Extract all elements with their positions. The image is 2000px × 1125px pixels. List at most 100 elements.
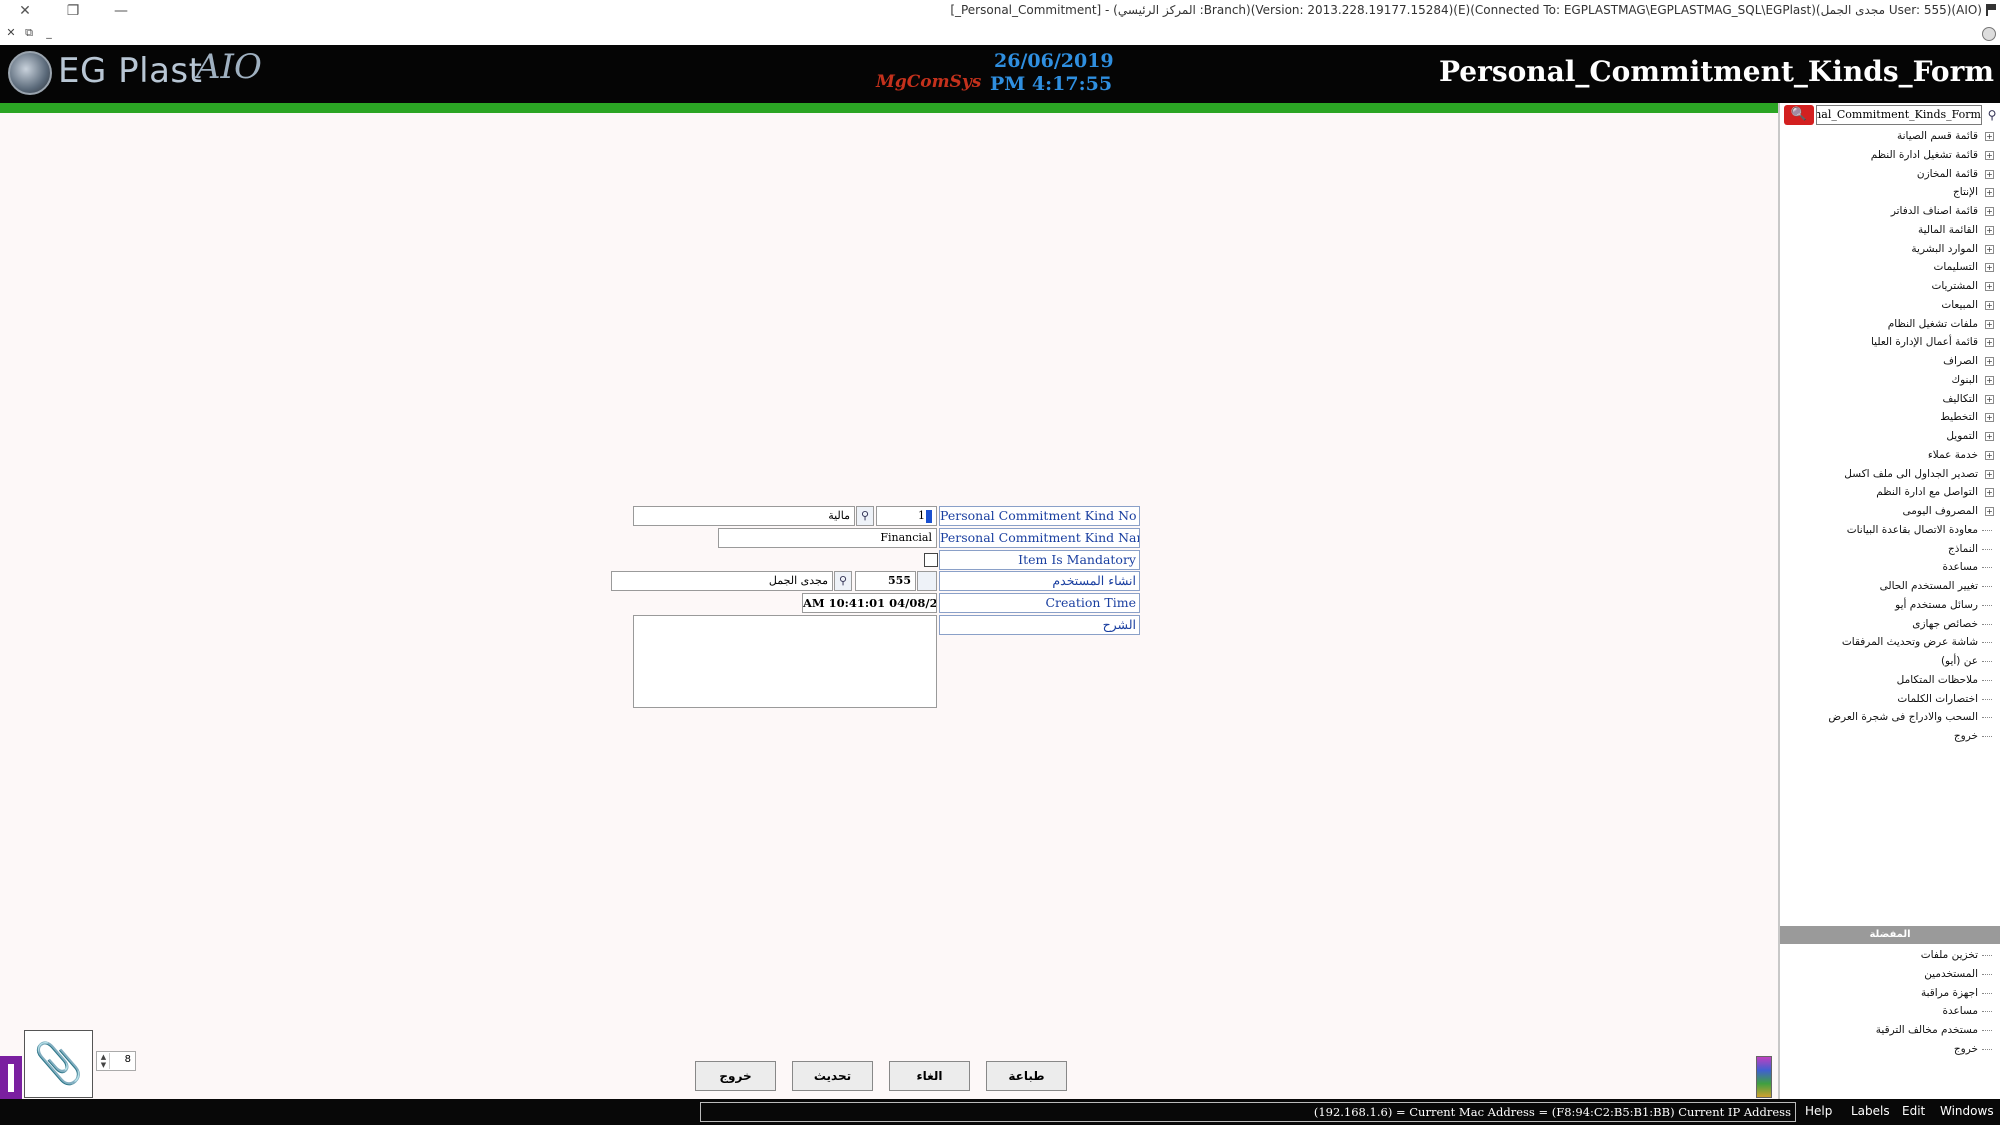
menu-windows[interactable]: Windows [1940, 1104, 1994, 1118]
tree-item[interactable]: + الإنتاج [1780, 183, 2000, 202]
tree-item[interactable]: + قائمة قسم الصيانة [1780, 127, 2000, 146]
form-search-input[interactable]: Personal_Commitment_Kinds_Form [1816, 105, 1982, 125]
notes-textarea[interactable] [633, 615, 937, 708]
expand-icon[interactable]: + [1985, 132, 1994, 141]
tree-item[interactable]: النماذج [1780, 540, 2000, 559]
expand-icon[interactable]: + [1985, 319, 1994, 329]
tree-item[interactable]: + قائمة المخازن [1780, 165, 2000, 184]
tree-item[interactable]: + تصدير الجداول الى ملف اكسل [1780, 465, 2000, 484]
expand-icon[interactable]: + [1985, 338, 1994, 348]
tree-item[interactable]: شاشة عرض وتحديث المرفقات [1780, 633, 2000, 652]
refresh-button[interactable]: تحديث [792, 1061, 873, 1091]
favorite-item[interactable]: خروج [1780, 1040, 2000, 1059]
attachment-count-stepper[interactable]: ▲ ▼ 8 [96, 1051, 136, 1071]
expand-icon[interactable]: + [1985, 244, 1994, 254]
tree-item[interactable]: + التمويل [1780, 427, 2000, 446]
expand-icon[interactable]: + [1985, 263, 1994, 273]
stepper-arrows[interactable]: ▲ ▼ [98, 1053, 110, 1069]
exit-button[interactable]: خروج [695, 1061, 776, 1091]
tree-item[interactable]: + التواصل مع ادارة النظم [1780, 483, 2000, 502]
tree-item[interactable]: ملاحظات المتكامل [1780, 671, 2000, 690]
mdi-close-icon[interactable]: ✕ [4, 26, 18, 40]
creator-id-input[interactable]: 555 [855, 571, 916, 591]
expand-icon[interactable]: + [1985, 169, 1994, 179]
tree-item[interactable]: مساعدة [1780, 558, 2000, 577]
expand-icon[interactable]: + [1985, 188, 1994, 198]
tree-item[interactable]: + المبيعات [1780, 296, 2000, 315]
tree-connector [1982, 661, 1992, 662]
tree-item[interactable]: + التكاليف [1780, 390, 2000, 409]
favorite-item[interactable]: اجهزة مراقبة [1780, 984, 2000, 1003]
tree-item[interactable]: + قائمة تشغيل ادارة النظم [1780, 146, 2000, 165]
tree-item-label: اختصارات الكلمات [1897, 692, 1978, 705]
tree-item[interactable]: تغيير المستخدم الحالى [1780, 577, 2000, 596]
tree-item[interactable]: + المصروف اليومى [1780, 502, 2000, 521]
mdi-restore-icon[interactable]: ⧉ [22, 26, 36, 40]
tree-item[interactable]: + المشتريات [1780, 277, 2000, 296]
tree-connector [1982, 1011, 1992, 1013]
tree-item[interactable]: السحب والادراج فى شجرة العرض [1780, 708, 2000, 727]
expand-icon[interactable]: + [1985, 507, 1994, 516]
tree-item[interactable]: + الموارد البشرية [1780, 240, 2000, 259]
tree-item[interactable]: + القائمة المالية [1780, 221, 2000, 240]
brand-logo: MgComSys [876, 72, 982, 92]
favorite-item[interactable]: مساعدة [1780, 1002, 2000, 1021]
kind-no-lookup-icon[interactable]: ⚲ [856, 506, 874, 526]
expand-icon[interactable]: + [1985, 375, 1994, 385]
expand-icon[interactable]: + [1985, 282, 1994, 291]
tree-item[interactable]: + الصراف [1780, 352, 2000, 371]
search-button[interactable]: 🔍 [1784, 105, 1814, 125]
expand-icon[interactable]: + [1985, 300, 1994, 310]
tree-item[interactable]: + التسليمات [1780, 258, 2000, 277]
tree-item[interactable]: + خدمة عملاء [1780, 446, 2000, 465]
tree-item[interactable]: + البنوك [1780, 371, 2000, 390]
tree-item[interactable]: عن (أيو) [1780, 652, 2000, 671]
minimize-window-icon[interactable]: — [106, 0, 136, 22]
favorite-item-label: مساعدة [1942, 1005, 1978, 1018]
side-tab-icon[interactable] [0, 1056, 22, 1099]
mdi-minimize-icon[interactable]: _ [42, 26, 56, 40]
favorite-item[interactable]: مستخدم مخالف الترقية [1780, 1021, 2000, 1040]
menu-labels[interactable]: Labels [1851, 1104, 1890, 1118]
expand-icon[interactable]: + [1985, 450, 1994, 460]
kind-no-lookup-field[interactable]: مالية [633, 506, 855, 526]
theme-palette-icon[interactable] [1756, 1056, 1772, 1098]
menu-help[interactable]: Help [1805, 1104, 1832, 1118]
tree-item[interactable]: + ملفات تشغيل النظام [1780, 315, 2000, 334]
kind-name-input[interactable]: Financial [718, 528, 937, 548]
expand-icon[interactable]: + [1985, 357, 1994, 366]
favorite-item[interactable]: المستخدمين [1780, 965, 2000, 984]
expand-icon[interactable]: + [1985, 469, 1994, 479]
menu-tree: + قائمة قسم الصيانة + قائمة تشغيل ادارة الن… [1780, 127, 2000, 746]
tree-item[interactable]: + قائمة أعمال الإدارة العليا [1780, 333, 2000, 352]
mandatory-checkbox[interactable] [924, 553, 938, 567]
title-bar: ✕ ❐ — [_Personal_Commitment] - (المركز ا… [0, 0, 2000, 24]
creator-lookup-icon[interactable]: ⚲ [834, 571, 852, 591]
stepper-down-icon[interactable]: ▼ [101, 1061, 106, 1069]
tree-item[interactable]: خروج [1780, 727, 2000, 746]
cancel-button[interactable]: الغاء [889, 1061, 970, 1091]
menu-edit[interactable]: Edit [1902, 1104, 1925, 1118]
tree-item[interactable]: معاودة الاتصال بقاعدة البيانات [1780, 521, 2000, 540]
expand-icon[interactable]: + [1985, 488, 1994, 498]
expand-icon[interactable]: + [1985, 150, 1994, 160]
restore-window-icon[interactable]: ❐ [58, 0, 88, 22]
close-window-icon[interactable]: ✕ [10, 0, 40, 22]
stepper-up-icon[interactable]: ▲ [101, 1053, 106, 1061]
tree-item[interactable]: + قائمة اصناف الدفاتر [1780, 202, 2000, 221]
tree-item[interactable]: خصائص جهازى [1780, 615, 2000, 634]
favorite-item[interactable]: تخزين ملفات [1780, 946, 2000, 965]
expand-icon[interactable]: + [1985, 225, 1994, 235]
kind-no-input[interactable]: 1 [876, 506, 937, 526]
expand-icon[interactable]: + [1985, 432, 1994, 441]
tree-item[interactable]: اختصارات الكلمات [1780, 690, 2000, 709]
expand-icon[interactable]: + [1985, 394, 1994, 404]
expand-icon[interactable]: + [1985, 413, 1994, 423]
print-button[interactable]: طباعة [986, 1061, 1067, 1091]
search-icon[interactable]: ⚲ [1984, 106, 2000, 124]
expand-icon[interactable]: + [1985, 207, 1994, 216]
tree-item-label: التخطيط [1940, 411, 1978, 424]
tree-item[interactable]: + التخطيط [1780, 408, 2000, 427]
attachment-icon[interactable]: 📎 [24, 1030, 93, 1098]
tree-item[interactable]: رسائل مستخدم أيو [1780, 596, 2000, 615]
